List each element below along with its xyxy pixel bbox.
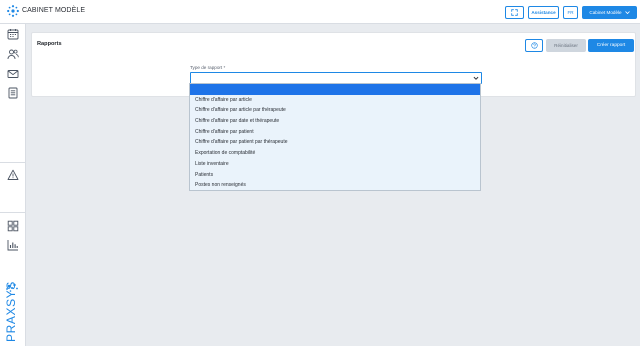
logo-icon [7,5,19,17]
chevron-down-icon [473,76,479,80]
dropdown-option[interactable]: Chiffre d'affaire par article [190,95,480,106]
create-report-button[interactable]: Créer rapport [588,39,634,52]
fullscreen-button[interactable] [505,6,524,19]
user-menu-button[interactable]: Cabinet Modèle [582,6,637,19]
report-type-label: Type de rapport * [190,65,226,70]
user-menu-label: Cabinet Modèle [589,10,622,15]
patients-icon[interactable] [7,48,19,60]
help-button[interactable] [525,39,543,52]
mail-icon[interactable] [7,68,19,80]
brand-text: PRAXSYS [4,282,18,342]
report-type-dropdown: Chiffre d'affaire par article Chiffre d'… [189,83,481,191]
dropdown-option[interactable]: Chiffre d'affaire par date et thérapeute [190,116,480,127]
dropdown-option-empty[interactable] [190,84,480,95]
page-title: Rapports [37,41,62,47]
assistance-button[interactable]: Assistance [528,6,559,19]
sidebar-divider [0,162,26,163]
warning-icon[interactable] [7,169,19,181]
dropdown-option[interactable]: Liste inventaire [190,159,480,170]
dropdown-option[interactable]: Chiffre d'affaire par patient [190,127,480,138]
top-bar: CABINET MODÈLE Assistance FR Cabinet Mod… [0,0,640,24]
dropdown-option[interactable]: Patients [190,170,480,181]
reports-chart-icon[interactable] [7,239,19,251]
app-title: CABINET MODÈLE [22,7,86,14]
dropdown-option[interactable]: Chiffre d'affaire par article par thérap… [190,105,480,116]
help-icon [530,42,538,49]
sidebar: PRAXSYS [0,24,26,346]
sidebar-divider [0,212,26,213]
document-icon[interactable] [7,87,19,99]
fullscreen-icon [511,9,518,16]
language-button[interactable]: FR [563,6,578,19]
dropdown-option[interactable]: Chiffre d'affaire par patient par thérap… [190,137,480,148]
dropdown-option[interactable]: Exportation de comptabilité [190,148,480,159]
reset-button[interactable]: Réinitialiser [546,39,586,52]
calendar-icon[interactable] [7,28,19,40]
dashboard-grid-icon[interactable] [7,220,19,232]
dropdown-option[interactable]: Postes non renseignés [190,180,480,191]
praxsys-brand-logo: PRAXSYS [4,282,18,342]
chevron-down-icon [624,11,630,15]
